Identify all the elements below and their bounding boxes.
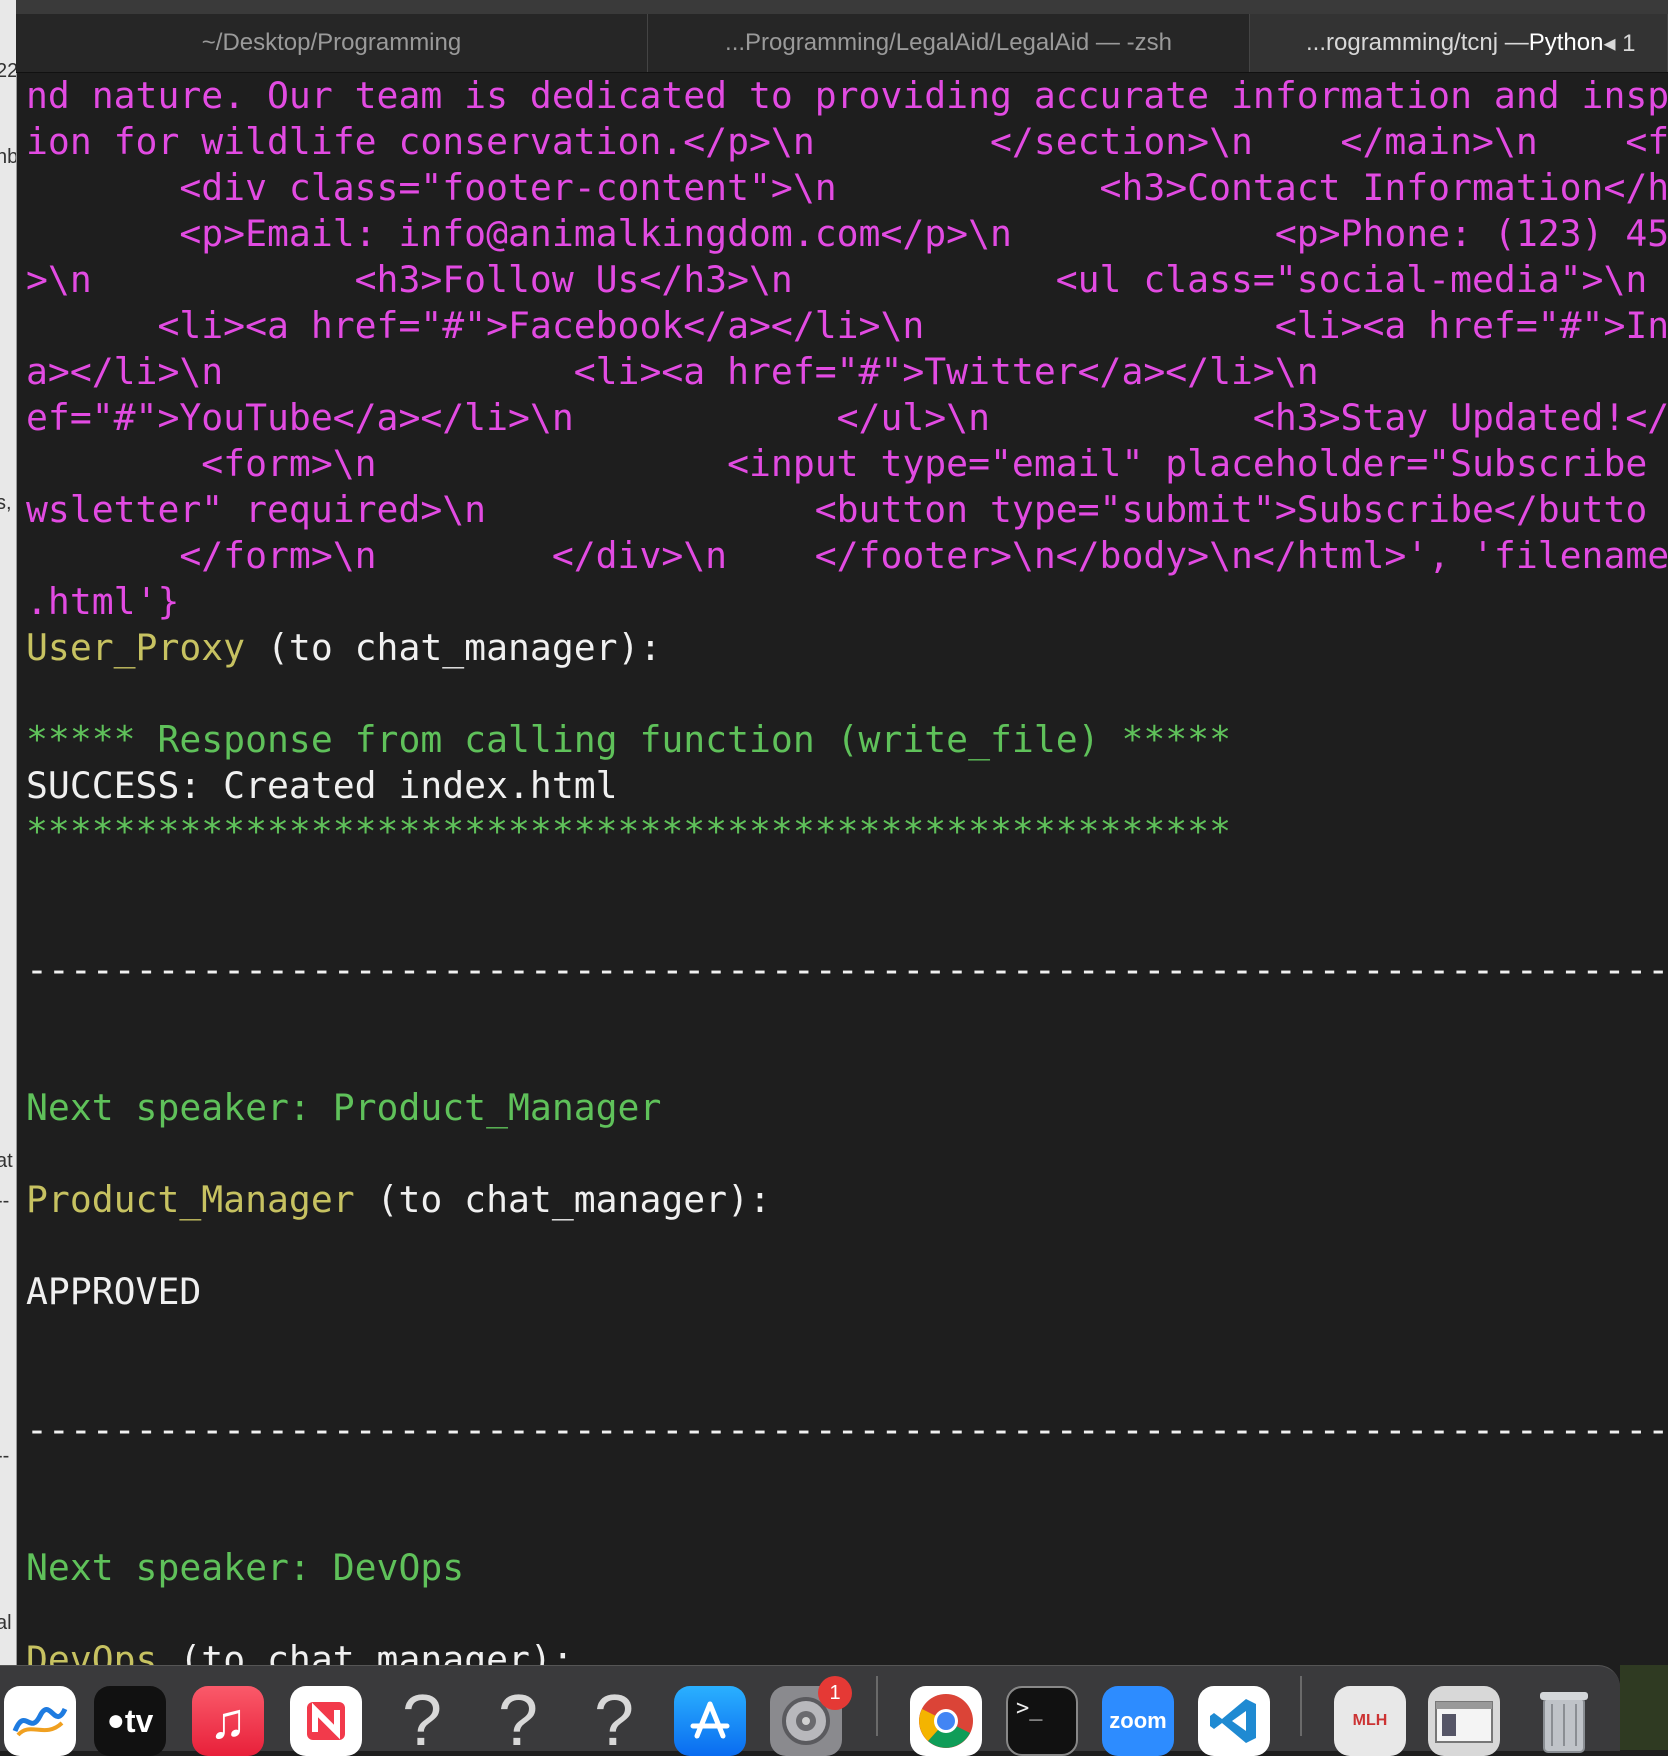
tab-label-suffix: ◂ 1: [1603, 29, 1636, 57]
window-titlebar: [16, 0, 1668, 14]
terminal-line: ef="#">YouTube</a></li>\n </ul>\n <h3>St…: [26, 396, 1668, 439]
terminal-line: DevOps (to chat_manager):: [26, 1637, 574, 1665]
dock: ● tv ♫ ? ? ? 1 >_ zoom MLH: [0, 1665, 1620, 1756]
tab-label: ...Programming/LegalAid/LegalAid — -zsh: [725, 29, 1172, 56]
apple-tv-app-icon[interactable]: ● tv: [94, 1686, 166, 1756]
terminal-line: ****************************************…: [26, 810, 1231, 853]
terminal-line: <p>Email: info@animalkingdom.com</p>\n <…: [26, 212, 1668, 255]
news-app-icon[interactable]: [290, 1686, 362, 1756]
tab-desktop-programming[interactable]: ~/Desktop/Programming: [16, 14, 648, 72]
freeform-app-icon[interactable]: [4, 1686, 76, 1756]
dock-separator: [1300, 1676, 1302, 1736]
background-text-fragment: nb: [0, 146, 16, 169]
app-label: tv: [124, 1702, 154, 1739]
terminal-line: <form>\n <input type="email" placeholder…: [26, 442, 1648, 485]
music-note-icon: ♫: [209, 1693, 247, 1749]
terminal-line: ----------------------------------------…: [26, 1408, 1668, 1451]
mlh-document-icon[interactable]: MLH: [1334, 1686, 1406, 1756]
terminal-text-segment: DevOps: [26, 1638, 158, 1665]
terminal-prompt-icon: >_: [1016, 1696, 1043, 1721]
apple-logo-icon: ●: [106, 1704, 125, 1737]
terminal-output[interactable]: nd nature. Our team is dedicated to prov…: [16, 73, 1668, 1665]
chrome-app-icon[interactable]: [910, 1686, 982, 1756]
terminal-line: <li><a href="#">Facebook</a></li>\n <li>…: [26, 304, 1668, 347]
unknown-app-icon[interactable]: ?: [482, 1686, 554, 1756]
terminal-line: .html'}: [26, 580, 180, 623]
terminal-text-segment: User_Proxy: [26, 626, 246, 669]
terminal-text-segment: Product_Manager: [26, 1178, 355, 1221]
terminal-line: APPROVED: [26, 1270, 202, 1313]
terminal-line: ***** Response from calling function (wr…: [26, 718, 1231, 761]
app-store-icon[interactable]: [674, 1686, 746, 1756]
terminal-line: nd nature. Our team is dedicated to prov…: [26, 74, 1668, 117]
background-text-fragment: --: [0, 1190, 10, 1212]
unknown-app-icon[interactable]: ?: [578, 1686, 650, 1756]
screenshot-window-icon[interactable]: [1428, 1686, 1500, 1756]
question-mark-icon: ?: [401, 1686, 443, 1756]
terminal-line: SUCCESS: Created index.html: [26, 764, 618, 807]
background-text-fragment: --: [0, 1445, 10, 1467]
dock-separator: [876, 1676, 878, 1736]
music-app-icon[interactable]: ♫: [192, 1686, 264, 1756]
notification-badge: 1: [818, 1676, 852, 1710]
vscode-app-icon[interactable]: [1198, 1686, 1270, 1756]
terminal-line: Product_Manager (to chat_manager):: [26, 1177, 771, 1223]
tab-legalaid-zsh[interactable]: ...Programming/LegalAid/LegalAid — -zsh: [648, 14, 1250, 72]
terminal-line: a></li>\n <li><a href="#">Twitter</a></l…: [26, 350, 1319, 393]
terminal-text-segment: (to chat_manager):: [157, 1638, 574, 1665]
background-text-fragment: 22: [0, 60, 16, 83]
terminal-text-segment: (to chat_manager):: [354, 1178, 771, 1221]
terminal-line: ion for wildlife conservation.</p>\n </s…: [26, 120, 1668, 163]
terminal-line: Next speaker: Product_Manager: [26, 1086, 662, 1129]
terminal-line: </form>\n </div>\n </footer>\n</body>\n<…: [26, 534, 1668, 577]
background-window-edge: 22 nb s, at -- -- al: [0, 0, 17, 1665]
app-label: zoom: [1109, 1708, 1167, 1733]
terminal-line: Next speaker: DevOps: [26, 1546, 465, 1589]
terminal-line: wsletter" required>\n <button type="subm…: [26, 488, 1648, 531]
terminal-line: >\n <h3>Follow Us</h3>\n <ul class="soci…: [26, 258, 1648, 301]
terminal-line: User_Proxy (to chat_manager):: [26, 625, 661, 671]
tab-label: ~/Desktop/Programming: [201, 29, 462, 56]
tab-tcnj-python[interactable]: ...rogramming/tcnj — Python ◂ 1: [1250, 14, 1668, 72]
app-label: MLH: [1352, 1712, 1388, 1729]
tab-label-process: Python: [1528, 29, 1604, 56]
background-text-fragment: at: [0, 1150, 13, 1172]
desktop-wallpaper: [1620, 1665, 1668, 1750]
unknown-app-icon[interactable]: ?: [386, 1686, 458, 1756]
tab-label: ...rogramming/tcnj —: [1306, 29, 1529, 56]
terminal-app-icon[interactable]: >_: [1006, 1686, 1078, 1756]
terminal-line: ----------------------------------------…: [26, 948, 1668, 991]
question-mark-icon: ?: [497, 1686, 539, 1756]
zoom-app-icon[interactable]: zoom: [1102, 1686, 1174, 1756]
trash-icon[interactable]: [1528, 1686, 1600, 1756]
background-text-fragment: al: [0, 1612, 12, 1634]
background-text-fragment: s,: [0, 492, 12, 514]
terminal-line: <div class="footer-content">\n <h3>Conta…: [26, 166, 1668, 209]
terminal-tab-bar: ~/Desktop/Programming ...Programming/Leg…: [16, 14, 1668, 73]
terminal-text-segment: (to chat_manager):: [245, 626, 662, 669]
question-mark-icon: ?: [593, 1686, 635, 1756]
